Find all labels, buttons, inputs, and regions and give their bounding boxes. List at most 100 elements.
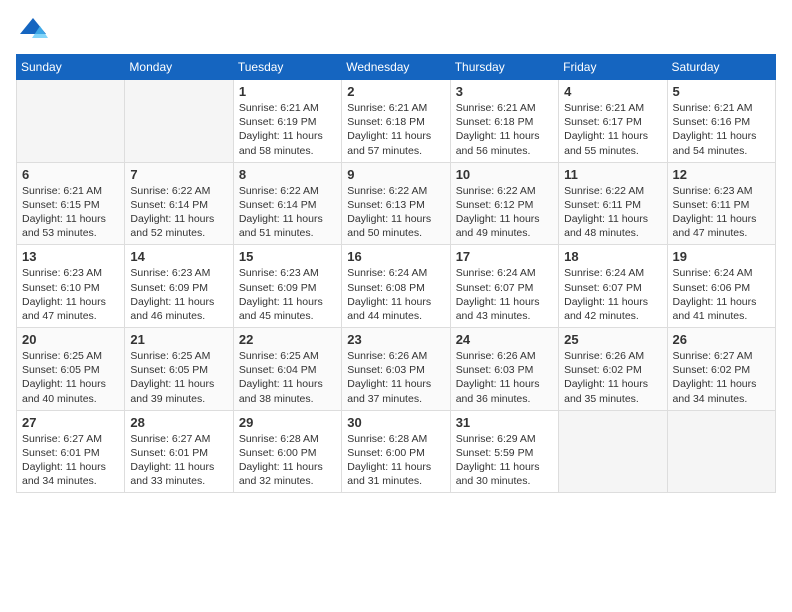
day-header-saturday: Saturday [667, 55, 775, 80]
calendar-cell: 27 Sunrise: 6:27 AM Sunset: 6:01 PM Dayli… [17, 410, 125, 493]
day-number: 25 [564, 332, 661, 347]
day-number: 29 [239, 415, 336, 430]
day-number: 2 [347, 84, 444, 99]
day-number: 21 [130, 332, 227, 347]
day-number: 24 [456, 332, 553, 347]
day-number: 19 [673, 249, 770, 264]
calendar-cell: 8 Sunrise: 6:22 AM Sunset: 6:14 PM Daylig… [233, 162, 341, 245]
calendar-cell: 5 Sunrise: 6:21 AM Sunset: 6:16 PM Daylig… [667, 80, 775, 163]
day-number: 1 [239, 84, 336, 99]
calendar-cell: 4 Sunrise: 6:21 AM Sunset: 6:17 PM Daylig… [559, 80, 667, 163]
day-info: Sunrise: 6:27 AM Sunset: 6:01 PM Dayligh… [22, 432, 119, 489]
calendar-cell: 21 Sunrise: 6:25 AM Sunset: 6:05 PM Dayli… [125, 328, 233, 411]
calendar-cell: 25 Sunrise: 6:26 AM Sunset: 6:02 PM Dayli… [559, 328, 667, 411]
day-info: Sunrise: 6:22 AM Sunset: 6:14 PM Dayligh… [130, 184, 227, 241]
calendar-cell: 28 Sunrise: 6:27 AM Sunset: 6:01 PM Dayli… [125, 410, 233, 493]
day-info: Sunrise: 6:23 AM Sunset: 6:09 PM Dayligh… [130, 266, 227, 323]
page-header [16, 16, 776, 46]
day-info: Sunrise: 6:23 AM Sunset: 6:11 PM Dayligh… [673, 184, 770, 241]
calendar-header-row: SundayMondayTuesdayWednesdayThursdayFrid… [17, 55, 776, 80]
day-header-monday: Monday [125, 55, 233, 80]
day-number: 5 [673, 84, 770, 99]
day-number: 14 [130, 249, 227, 264]
day-number: 8 [239, 167, 336, 182]
day-number: 12 [673, 167, 770, 182]
calendar-cell [559, 410, 667, 493]
day-number: 10 [456, 167, 553, 182]
calendar-cell: 6 Sunrise: 6:21 AM Sunset: 6:15 PM Daylig… [17, 162, 125, 245]
calendar-cell: 26 Sunrise: 6:27 AM Sunset: 6:02 PM Dayli… [667, 328, 775, 411]
day-info: Sunrise: 6:21 AM Sunset: 6:16 PM Dayligh… [673, 101, 770, 158]
calendar-cell: 11 Sunrise: 6:22 AM Sunset: 6:11 PM Dayli… [559, 162, 667, 245]
calendar-cell: 19Sunrise: 6:24 AM Sunset: 6:06 PM Dayli… [667, 245, 775, 328]
day-number: 17 [456, 249, 553, 264]
day-number: 31 [456, 415, 553, 430]
calendar-cell: 2Sunrise: 6:21 AM Sunset: 6:18 PM Daylig… [342, 80, 450, 163]
day-number: 20 [22, 332, 119, 347]
day-number: 22 [239, 332, 336, 347]
calendar-cell: 29Sunrise: 6:28 AM Sunset: 6:00 PM Dayli… [233, 410, 341, 493]
calendar-cell [17, 80, 125, 163]
day-number: 28 [130, 415, 227, 430]
day-info: Sunrise: 6:24 AM Sunset: 6:07 PM Dayligh… [456, 266, 553, 323]
day-info: Sunrise: 6:25 AM Sunset: 6:04 PM Dayligh… [239, 349, 336, 406]
day-number: 6 [22, 167, 119, 182]
day-info: Sunrise: 6:28 AM Sunset: 6:00 PM Dayligh… [347, 432, 444, 489]
calendar-cell: 14 Sunrise: 6:23 AM Sunset: 6:09 PM Dayli… [125, 245, 233, 328]
day-number: 30 [347, 415, 444, 430]
day-info: Sunrise: 6:25 AM Sunset: 6:05 PM Dayligh… [22, 349, 119, 406]
day-info: Sunrise: 6:27 AM Sunset: 6:01 PM Dayligh… [130, 432, 227, 489]
calendar-cell: 7 Sunrise: 6:22 AM Sunset: 6:14 PM Daylig… [125, 162, 233, 245]
day-number: 11 [564, 167, 661, 182]
calendar-cell: 15Sunrise: 6:23 AM Sunset: 6:09 PM Dayli… [233, 245, 341, 328]
day-number: 26 [673, 332, 770, 347]
day-info: Sunrise: 6:29 AM Sunset: 5:59 PM Dayligh… [456, 432, 553, 489]
day-info: Sunrise: 6:21 AM Sunset: 6:19 PM Dayligh… [239, 101, 336, 158]
week-row-2: 6 Sunrise: 6:21 AM Sunset: 6:15 PM Daylig… [17, 162, 776, 245]
calendar-cell: 20 Sunrise: 6:25 AM Sunset: 6:05 PM Dayli… [17, 328, 125, 411]
calendar-cell: 12 Sunrise: 6:23 AM Sunset: 6:11 PM Dayli… [667, 162, 775, 245]
day-info: Sunrise: 6:25 AM Sunset: 6:05 PM Dayligh… [130, 349, 227, 406]
day-info: Sunrise: 6:24 AM Sunset: 6:07 PM Dayligh… [564, 266, 661, 323]
calendar-cell: 31 Sunrise: 6:29 AM Sunset: 5:59 PM Dayli… [450, 410, 558, 493]
day-header-wednesday: Wednesday [342, 55, 450, 80]
calendar-cell: 17 Sunrise: 6:24 AM Sunset: 6:07 PM Dayli… [450, 245, 558, 328]
day-info: Sunrise: 6:26 AM Sunset: 6:02 PM Dayligh… [564, 349, 661, 406]
day-number: 18 [564, 249, 661, 264]
day-info: Sunrise: 6:23 AM Sunset: 6:10 PM Dayligh… [22, 266, 119, 323]
calendar-cell: 13 Sunrise: 6:23 AM Sunset: 6:10 PM Dayli… [17, 245, 125, 328]
calendar-cell: 3Sunrise: 6:21 AM Sunset: 6:18 PM Daylig… [450, 80, 558, 163]
calendar-cell: 30 Sunrise: 6:28 AM Sunset: 6:00 PM Dayli… [342, 410, 450, 493]
logo [16, 16, 48, 46]
day-number: 7 [130, 167, 227, 182]
calendar-cell: 16 Sunrise: 6:24 AM Sunset: 6:08 PM Dayli… [342, 245, 450, 328]
calendar-table: SundayMondayTuesdayWednesdayThursdayFrid… [16, 54, 776, 493]
day-info: Sunrise: 6:22 AM Sunset: 6:14 PM Dayligh… [239, 184, 336, 241]
day-header-thursday: Thursday [450, 55, 558, 80]
calendar-cell [667, 410, 775, 493]
calendar-cell [125, 80, 233, 163]
day-number: 27 [22, 415, 119, 430]
day-header-sunday: Sunday [17, 55, 125, 80]
day-info: Sunrise: 6:23 AM Sunset: 6:09 PM Dayligh… [239, 266, 336, 323]
calendar-cell: 24 Sunrise: 6:26 AM Sunset: 6:03 PM Dayli… [450, 328, 558, 411]
day-number: 23 [347, 332, 444, 347]
day-header-tuesday: Tuesday [233, 55, 341, 80]
logo-icon [18, 16, 48, 46]
calendar-cell: 23Sunrise: 6:26 AM Sunset: 6:03 PM Dayli… [342, 328, 450, 411]
day-info: Sunrise: 6:21 AM Sunset: 6:15 PM Dayligh… [22, 184, 119, 241]
day-number: 4 [564, 84, 661, 99]
day-info: Sunrise: 6:21 AM Sunset: 6:17 PM Dayligh… [564, 101, 661, 158]
day-info: Sunrise: 6:22 AM Sunset: 6:11 PM Dayligh… [564, 184, 661, 241]
week-row-4: 20 Sunrise: 6:25 AM Sunset: 6:05 PM Dayli… [17, 328, 776, 411]
day-info: Sunrise: 6:26 AM Sunset: 6:03 PM Dayligh… [456, 349, 553, 406]
day-info: Sunrise: 6:24 AM Sunset: 6:08 PM Dayligh… [347, 266, 444, 323]
week-row-1: 1 Sunrise: 6:21 AM Sunset: 6:19 PM Daylig… [17, 80, 776, 163]
calendar-cell: 1 Sunrise: 6:21 AM Sunset: 6:19 PM Daylig… [233, 80, 341, 163]
day-info: Sunrise: 6:27 AM Sunset: 6:02 PM Dayligh… [673, 349, 770, 406]
day-number: 13 [22, 249, 119, 264]
week-row-3: 13 Sunrise: 6:23 AM Sunset: 6:10 PM Dayli… [17, 245, 776, 328]
day-info: Sunrise: 6:21 AM Sunset: 6:18 PM Dayligh… [456, 101, 553, 158]
day-number: 9 [347, 167, 444, 182]
day-number: 16 [347, 249, 444, 264]
